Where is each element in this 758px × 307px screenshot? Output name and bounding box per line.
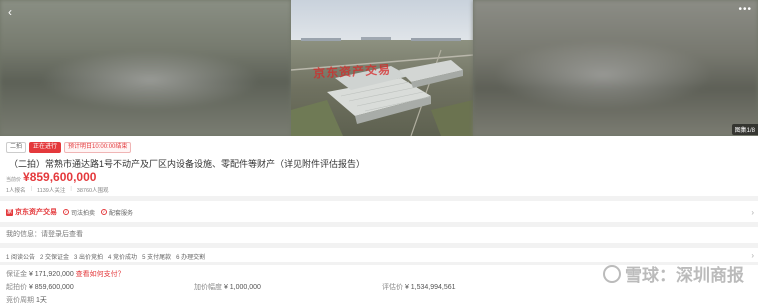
more-dots-icon[interactable]: ••• bbox=[738, 4, 752, 15]
cycle-row: 竞价周期 1天 bbox=[6, 295, 47, 305]
how-to-pay-link[interactable]: 查看如何支付？ bbox=[76, 271, 125, 278]
check-circle-icon: ✓ bbox=[101, 209, 108, 215]
price-label: 当前价 bbox=[6, 177, 22, 183]
step-item: 1 阅读公告 bbox=[6, 255, 36, 261]
gallery-counter: 图集1/8 bbox=[731, 124, 758, 135]
increment-label: 加价幅度 bbox=[194, 284, 222, 291]
section-divider bbox=[0, 196, 758, 201]
chevron-right-icon: › bbox=[751, 251, 754, 260]
jd-logo-icon: 京 bbox=[6, 208, 13, 216]
snowball-logo-icon bbox=[603, 264, 621, 283]
current-price: ¥859,600,000 bbox=[23, 170, 97, 184]
step-item: 2 交保证金 bbox=[40, 255, 70, 261]
appraisal-label: 评估价 bbox=[382, 284, 403, 291]
service-judicial: ✓ 司法拍卖 bbox=[63, 208, 95, 217]
cycle-label: 竞价周期 bbox=[6, 297, 34, 304]
round-tag: 二拍 bbox=[6, 142, 27, 153]
item-title: （二拍）常熟市通达路1号不动产及厂区内设备设施、零配件等财产（详见附件评估报告） bbox=[9, 159, 366, 169]
appraisal-value: ¥ 1,534,994,561 bbox=[404, 284, 456, 291]
status-tags: 二拍 正在进行 预计明日10:00:00结束 bbox=[6, 142, 132, 153]
brand-watermark: 雪球：深圳商报 bbox=[603, 261, 744, 286]
stats-separator: | bbox=[30, 186, 32, 192]
chevron-right-icon: › bbox=[751, 207, 754, 217]
step-item: 4 竞价成功 bbox=[108, 255, 138, 261]
live-status-badge: 正在进行 bbox=[29, 142, 62, 153]
step-item: 5 支付尾款 bbox=[142, 255, 172, 261]
jd-asset-logo: 京 京东资产交易 bbox=[6, 207, 57, 217]
section-divider bbox=[0, 222, 758, 227]
increment-row: 加价幅度 ¥ 1,000,000 bbox=[194, 282, 261, 292]
section-divider bbox=[0, 243, 758, 248]
hero-gallery[interactable]: 京东资产交易 ‹ ••• 图集1/8 bbox=[0, 0, 758, 136]
increment-value: ¥ 1,000,000 bbox=[223, 284, 261, 291]
start-price-row: 起拍价 ¥ 859,600,000 bbox=[6, 282, 74, 292]
appraisal-row: 评估价 ¥ 1,534,994,561 bbox=[382, 282, 456, 292]
signups-count: 1人报名 bbox=[6, 188, 26, 194]
stats-separator: | bbox=[70, 186, 72, 192]
step-item: 6 办理交割 bbox=[176, 255, 206, 261]
hero-photo: 京东资产交易 bbox=[291, 0, 473, 136]
auction-steps[interactable]: 1 阅读公告 2 交保证金 3 出价竞拍 4 竞价成功 5 支付尾款 6 办理交… bbox=[6, 252, 205, 261]
seller-name: 京东资产交易 bbox=[15, 209, 57, 216]
chevron-left-icon[interactable]: ‹ bbox=[8, 6, 12, 18]
check-circle-icon: ✓ bbox=[63, 209, 69, 215]
followers-count: 1139人关注 bbox=[37, 188, 66, 194]
brand-watermark-text: 雪球：深圳商报 bbox=[625, 266, 744, 285]
start-price-label: 起拍价 bbox=[6, 284, 27, 291]
end-time-badge: 预计明日10:00:00结束 bbox=[64, 142, 132, 153]
my-info[interactable]: 我的信息：请登录后查看 bbox=[6, 229, 83, 239]
service-label: 司法拍卖 bbox=[71, 210, 96, 217]
deposit-label: 保证金 bbox=[6, 271, 27, 278]
cycle-value: 1天 bbox=[35, 297, 47, 304]
service-label: 配套服务 bbox=[109, 210, 134, 217]
views-count: 38760人围观 bbox=[76, 188, 109, 194]
auction-stats: 1人报名 | 1139人关注 | 38760人围观 bbox=[6, 186, 109, 194]
hero-side-image-right bbox=[473, 0, 758, 136]
service-support: ✓ 配套服务 bbox=[101, 208, 133, 217]
deposit-value: ¥ 171,920,000 bbox=[28, 271, 74, 278]
start-price-value: ¥ 859,600,000 bbox=[28, 284, 74, 291]
step-item: 3 出价竞拍 bbox=[74, 255, 104, 261]
deposit-row: 保证金 ¥ 171,920,000 查看如何支付？ bbox=[6, 269, 125, 279]
hero-side-image-left bbox=[0, 0, 291, 136]
price-row: 当前价 ¥859,600,000 bbox=[6, 170, 96, 184]
seller-row[interactable]: 京 京东资产交易 ✓ 司法拍卖 ✓ 配套服务 › bbox=[0, 203, 758, 221]
